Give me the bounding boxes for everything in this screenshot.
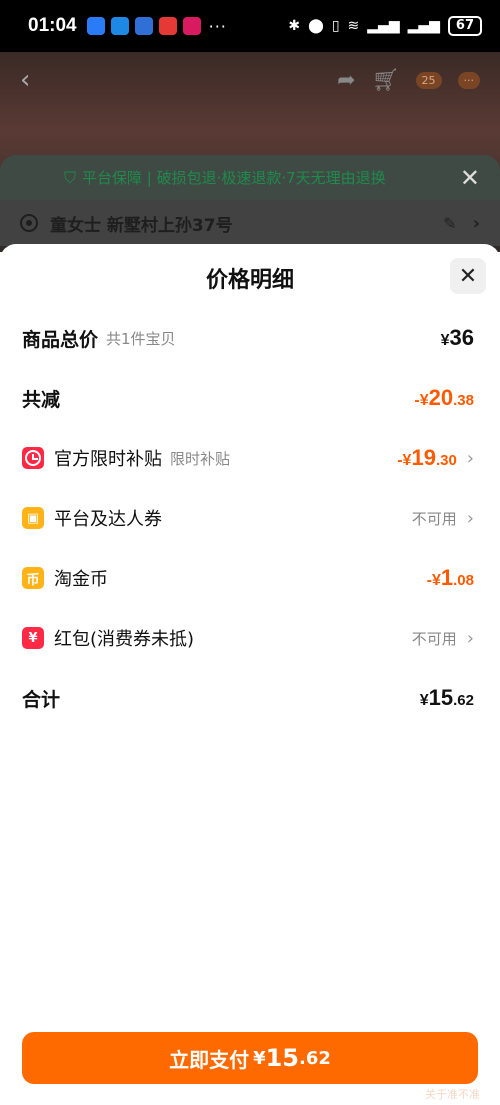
back-icon[interactable]: ‹ [20, 65, 30, 95]
pay-label: 立即支付 [169, 1047, 250, 1072]
app-notification-icon [86, 17, 105, 35]
coupon-icon: ▣ [22, 507, 44, 529]
close-icon: ✕ [458, 263, 478, 289]
row-label: 商品总价 [22, 328, 99, 351]
guarantee-text: 平台保障 | 破损包退·极速退款·7天无理由退换 [82, 169, 386, 187]
row-taojinbi: 币 淘金币 -¥ 1.08 [22, 558, 474, 598]
guarantee-banner: ⛉ 平台保障 | 破损包退·极速退款·7天无理由退换 ✕ [0, 155, 500, 200]
cart-icon[interactable]: 🛒︎ [372, 68, 400, 93]
page-nav-bar: ‹ ➦ 🛒︎ 25 ··· [0, 62, 500, 98]
cart-badge: 25 [415, 71, 442, 89]
address-bar[interactable]: 童女士 新墅村上孙37号 ✎ › [0, 200, 500, 246]
row-label: 平台及达人券 [54, 509, 162, 530]
edit-icon[interactable]: ✎ [443, 214, 456, 233]
location-icon: ⬤ [308, 18, 324, 34]
app-notification-icon [134, 17, 153, 35]
wifi-icon: ≋ [347, 18, 360, 34]
address-text: 童女士 新墅村上孙37号 [50, 215, 233, 236]
red-packet-icon: ¥ [22, 627, 44, 649]
system-icons: ✱ ⬤ ▯ ≋ ▂▄▆ ▂▄▆ 67 [288, 16, 482, 36]
price-detail-sheet: 价格明细 ✕ 商品总价 共1件宝贝 ¥36 共减 -¥ 20.38 官方限时补贴 … [0, 244, 500, 1105]
chevron-right-icon: › [466, 627, 474, 649]
close-icon[interactable]: ✕ [460, 164, 480, 192]
status-time: 01:04 [28, 15, 77, 36]
pay-currency: ¥ [253, 1047, 266, 1069]
shield-icon: ⛉ [64, 167, 77, 187]
sheet-title: 价格明细 [205, 268, 294, 293]
chevron-right-icon: › [472, 212, 480, 234]
goods-total-amount: ¥36 [440, 325, 474, 350]
more-notifications-icon: ··· [208, 16, 227, 36]
row-label: 淘金币 [54, 569, 108, 590]
row-label: 官方限时补贴 [54, 449, 162, 470]
app-notification-icon [158, 17, 177, 35]
total-discount-amount: -¥ 20.38 [414, 385, 474, 410]
row-total-discount: 共减 -¥ 20.38 [22, 378, 474, 418]
close-button[interactable]: ✕ [450, 258, 486, 294]
row-red-packet[interactable]: ¥ 红包(消费券未抵) 不可用 › [22, 618, 474, 658]
coin-icon: 币 [22, 567, 44, 589]
sum-amount: ¥15.62 [419, 685, 474, 710]
chevron-right-icon: › [466, 507, 474, 529]
status-bar: 01:04 ··· ✱ ⬤ ▯ ≋ ▂▄▆ ▂▄▆ 67 [0, 0, 500, 52]
signal-icon: ▂▄▆ [367, 18, 400, 34]
app-notification-icon [110, 17, 129, 35]
row-label: 共减 [22, 388, 61, 411]
location-pin-icon [20, 214, 38, 232]
chevron-right-icon: › [466, 447, 474, 469]
pay-amount-int: 15 [265, 1044, 300, 1072]
row-sublabel: 共1件宝贝 [106, 329, 176, 348]
signal-icon: ▂▄▆ [407, 18, 440, 34]
row-goods-total: 商品总价 共1件宝贝 ¥36 [22, 318, 474, 358]
watermark: 关于准不准 [425, 1088, 480, 1101]
pay-amount-dec: .62 [299, 1047, 331, 1069]
row-sublabel: 限时补贴 [170, 449, 231, 468]
pay-now-button[interactable]: 立即支付 ¥ 15 .62 [22, 1032, 478, 1084]
notification-icons: ··· [86, 16, 227, 36]
vibrate-icon: ▯ [331, 18, 340, 34]
subsidy-amount: -¥ 19.30 [397, 445, 457, 470]
row-official-subsidy[interactable]: 官方限时补贴 限时补贴 -¥ 19.30 › [22, 438, 474, 478]
row-sum: 合计 ¥15.62 [22, 678, 474, 718]
share-icon[interactable]: ➦ [337, 68, 355, 93]
app-notification-icon [182, 17, 201, 35]
coupon-status: 不可用 [411, 509, 457, 528]
bluetooth-icon: ✱ [288, 18, 301, 34]
row-label: 合计 [22, 688, 61, 711]
more-badge[interactable]: ··· [457, 71, 480, 89]
red-packet-status: 不可用 [411, 629, 457, 648]
row-label: 红包(消费券未抵) [54, 629, 195, 650]
coins-amount: -¥ 1.08 [426, 565, 474, 590]
clock-icon [22, 447, 44, 469]
battery-icon: 67 [447, 16, 482, 36]
row-platform-coupon[interactable]: ▣ 平台及达人券 不可用 › [22, 498, 474, 538]
